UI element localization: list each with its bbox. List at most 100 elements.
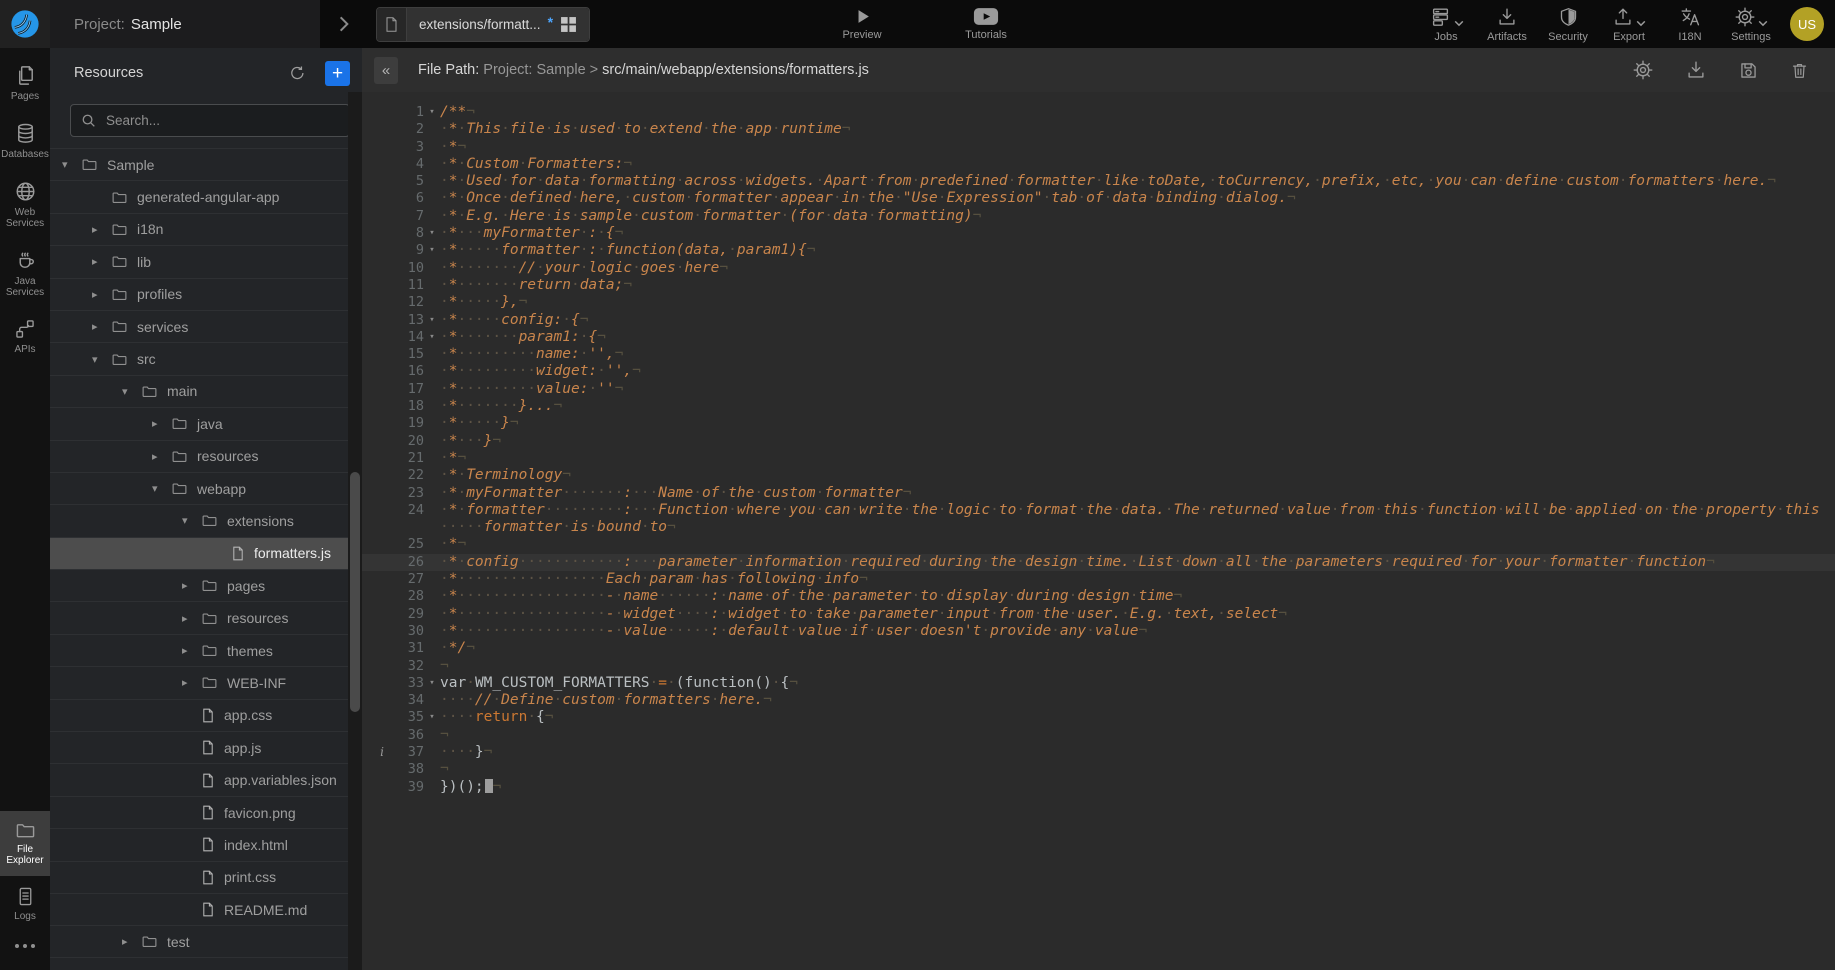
- code-text[interactable]: ·*·Custom·Formatters:¬: [440, 156, 1835, 173]
- code-text[interactable]: ·*¬: [440, 536, 1835, 553]
- code-line-34[interactable]: 34····//·Define·custom·formatters·here.¬: [362, 692, 1835, 709]
- tree-item-webapp[interactable]: ▾webapp: [50, 472, 362, 504]
- chevron-down-icon[interactable]: ▾: [152, 482, 171, 495]
- code-line-26[interactable]: 26·*·config············:···parameter·inf…: [362, 554, 1835, 571]
- delete-button[interactable]: [1786, 56, 1813, 85]
- tree-item-extensions[interactable]: ▾extensions: [50, 504, 362, 536]
- line-number[interactable]: 29: [402, 606, 424, 623]
- code-text[interactable]: ·*·················-·widget····:·widget·…: [440, 606, 1835, 623]
- code-line-29[interactable]: 29 ·*·················-·widget····:·widge…: [362, 606, 1835, 623]
- sidebar-item-web-services[interactable]: Web Services: [0, 170, 50, 239]
- line-number[interactable]: 37: [402, 744, 424, 761]
- line-number[interactable]: 10: [402, 260, 424, 277]
- line-number[interactable]: 12: [402, 294, 424, 311]
- line-number[interactable]: 35: [402, 709, 424, 726]
- fold-toggle-icon[interactable]: ▾: [424, 104, 440, 121]
- fold-toggle-icon[interactable]: ▾: [424, 312, 440, 329]
- code-line-3[interactable]: 3·*¬: [362, 139, 1835, 156]
- code-line-24[interactable]: 24 ·*·formatter·········:···Function·wher…: [362, 502, 1835, 519]
- fold-toggle-icon[interactable]: ▾: [424, 709, 440, 726]
- line-number[interactable]: 17: [402, 381, 424, 398]
- code-line-31[interactable]: 31·*/¬: [362, 640, 1835, 657]
- tree-item-services[interactable]: ▸services: [50, 310, 362, 342]
- code-text[interactable]: ·*·E.g.·Here·is·sample·custom·formatter·…: [440, 208, 1835, 225]
- tree-item-app-js[interactable]: app.js: [50, 731, 362, 763]
- sidebar-item-apis[interactable]: APIs: [0, 308, 50, 365]
- code-line-20[interactable]: 20·*···}¬: [362, 433, 1835, 450]
- line-number[interactable]: 6: [402, 190, 424, 207]
- tree-item-formatters-js[interactable]: formatters.js: [50, 537, 362, 569]
- tree-item-readme-md[interactable]: README.md: [50, 893, 362, 925]
- refresh-button[interactable]: [284, 60, 311, 87]
- line-number[interactable]: 26: [402, 554, 424, 571]
- tree-item-app-variables-json[interactable]: app.variables.json: [50, 763, 362, 795]
- code-line-6[interactable]: 6·*·Once·defined·here,·custom·formatter·…: [362, 190, 1835, 207]
- tree-item-app-css[interactable]: app.css: [50, 699, 362, 731]
- chevron-right-icon[interactable]: ▸: [152, 450, 171, 463]
- code-text[interactable]: })();¬: [440, 779, 1835, 796]
- line-number[interactable]: 4: [402, 156, 424, 173]
- code-text[interactable]: ·*·······return·data;¬: [440, 277, 1835, 294]
- code-line-1[interactable]: 1▾/**¬: [362, 104, 1835, 121]
- chevron-right-icon[interactable]: ▸: [182, 612, 201, 625]
- chevron-right-icon[interactable]: ▸: [152, 417, 171, 430]
- code-text[interactable]: ·*·······param1:·{¬: [440, 329, 1835, 346]
- line-number[interactable]: 38: [402, 761, 424, 778]
- code-line-23[interactable]: 23·*·myFormatter·······:···Name·of·the·c…: [362, 485, 1835, 502]
- code-line-21[interactable]: 21·*¬: [362, 450, 1835, 467]
- topbar-action-tutorials[interactable]: Tutorials: [964, 0, 1008, 48]
- code-text[interactable]: /**¬: [440, 104, 1835, 121]
- topbar-action-i18n[interactable]: I18N: [1668, 6, 1712, 43]
- line-number[interactable]: 9: [402, 242, 424, 259]
- code-text[interactable]: ·*·formatter·········:···Function·where·…: [440, 502, 1835, 519]
- code-text[interactable]: ·*¬: [440, 139, 1835, 156]
- code-text[interactable]: ·*¬: [440, 450, 1835, 467]
- code-text[interactable]: ¬: [440, 761, 1835, 778]
- tree-item-pages[interactable]: ▸pages: [50, 569, 362, 601]
- code-text[interactable]: ····//·Define·custom·formatters·here.¬: [440, 692, 1835, 709]
- chevron-right-icon[interactable]: ▸: [92, 223, 111, 236]
- code-text[interactable]: ·*·················-·value·····:·default…: [440, 623, 1835, 640]
- line-number[interactable]: 5: [402, 173, 424, 190]
- code-line-28[interactable]: 28·*·················-·name······:·name·…: [362, 588, 1835, 605]
- code-line-35[interactable]: 35▾····return·{¬: [362, 709, 1835, 726]
- code-text[interactable]: ¬: [440, 727, 1835, 744]
- user-avatar[interactable]: US: [1790, 7, 1824, 41]
- line-number[interactable]: 24: [402, 502, 424, 519]
- topbar-action-export[interactable]: Export: [1607, 6, 1651, 43]
- wavemaker-logo[interactable]: [0, 0, 50, 48]
- code-line-22[interactable]: 22·*·Terminology¬: [362, 467, 1835, 484]
- fold-toggle-icon[interactable]: ▾: [424, 242, 440, 259]
- code-line-10[interactable]: 10 ·*·······//·your·logic·goes·here¬: [362, 260, 1835, 277]
- code-text[interactable]: ·*·······//·your·logic·goes·here¬: [440, 260, 1835, 277]
- sidebar-item-logs[interactable]: Logs: [0, 876, 50, 932]
- settings-button[interactable]: [1628, 55, 1658, 85]
- code-line-5[interactable]: 5·*·Used·for·data·formatting·across·widg…: [362, 173, 1835, 190]
- code-line-13[interactable]: 13▾·*·····config:·{¬: [362, 312, 1835, 329]
- code-line-37[interactable]: i37····}¬: [362, 744, 1835, 761]
- line-number[interactable]: 18: [402, 398, 424, 415]
- tree-item-resources[interactable]: ▸resources: [50, 601, 362, 633]
- chevron-right-icon[interactable]: ▸: [92, 288, 111, 301]
- code-text[interactable]: ·*·······}...¬: [440, 398, 1835, 415]
- line-number[interactable]: 33: [402, 675, 424, 692]
- line-number[interactable]: 7: [402, 208, 424, 225]
- code-text[interactable]: var·WM_CUSTOM_FORMATTERS·=·(function()·{…: [440, 675, 1835, 692]
- code-line-14[interactable]: 14▾·*·······param1:·{¬: [362, 329, 1835, 346]
- code-line-33[interactable]: 33▾var·WM_CUSTOM_FORMATTERS·=·(function(…: [362, 675, 1835, 692]
- download-button[interactable]: [1681, 55, 1711, 85]
- code-line-27[interactable]: 27·*·················Each·param·has·foll…: [362, 571, 1835, 588]
- chevron-right-icon[interactable]: ▸: [92, 320, 111, 333]
- code-line-39[interactable]: 39})();¬: [362, 779, 1835, 796]
- line-number[interactable]: 14: [402, 329, 424, 346]
- search-input[interactable]: [104, 112, 339, 129]
- code-text[interactable]: ·*·This·file·is·used·to·extend·the·app·r…: [440, 121, 1835, 138]
- code-text[interactable]: ·*·····},¬: [440, 294, 1835, 311]
- code-line-2[interactable]: 2·*·This·file·is·used·to·extend·the·app·…: [362, 121, 1835, 138]
- code-line-12[interactable]: 12 ·*·····},¬: [362, 294, 1835, 311]
- code-line-25[interactable]: 25·*¬: [362, 536, 1835, 553]
- sidebar-item-databases[interactable]: Databases: [0, 112, 50, 170]
- tree-item-themes[interactable]: ▸themes: [50, 634, 362, 666]
- code-text[interactable]: ·*·····config:·{¬: [440, 312, 1835, 329]
- tree-item-web-inf[interactable]: ▸WEB-INF: [50, 666, 362, 698]
